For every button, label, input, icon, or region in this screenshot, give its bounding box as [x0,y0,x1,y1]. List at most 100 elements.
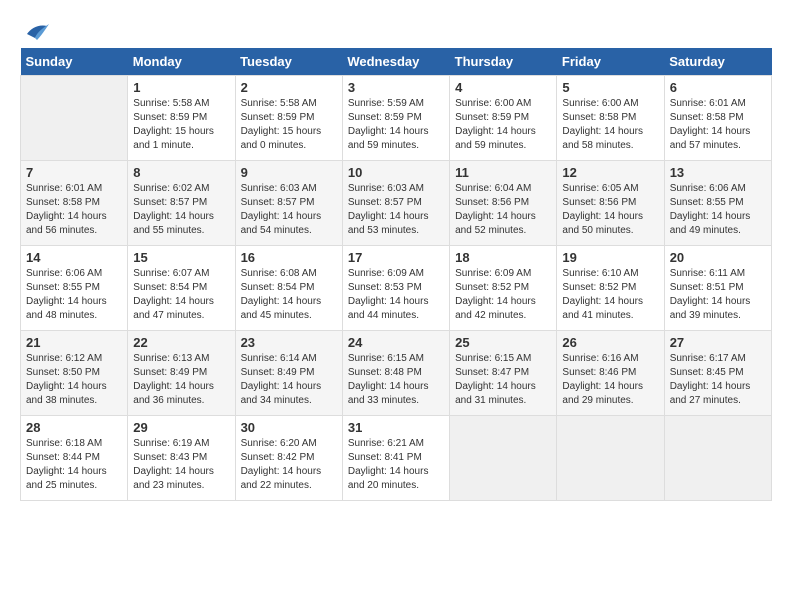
calendar-cell: 9Sunrise: 6:03 AM Sunset: 8:57 PM Daylig… [235,161,342,246]
day-info: Sunrise: 6:06 AM Sunset: 8:55 PM Dayligh… [670,182,766,238]
calendar-cell: 3 Sunrise: 5:59 AM Sunset: 8:59 PM Daylig… [342,76,449,161]
calendar-cell: 15 Sunrise: 6:07 AM Sunset: 8:54 PM Dayli… [128,246,235,331]
day-number: 15 [133,250,229,265]
day-info: Sunrise: 6:04 AM Sunset: 8:56 PM Dayligh… [455,182,551,238]
day-number: 1 [133,80,229,95]
calendar-cell: 16 Sunrise: 6:08 AM Sunset: 8:54 PM Dayli… [235,246,342,331]
calendar-cell: 12 Sunrise: 6:05 AM Sunset: 8:56 PM Dayli… [557,161,664,246]
day-number: 23 [241,335,337,350]
calendar-cell: 10 Sunrise: 6:03 AM Sunset: 8:57 PM Dayli… [342,161,449,246]
day-number: 24 [348,335,444,350]
calendar-week-row: 14 Sunrise: 6:06 AM Sunset: 8:55 PM Dayli… [21,246,772,331]
day-info: Sunrise: 6:18 AM Sunset: 8:44 PM Dayligh… [26,437,122,493]
day-number: 7 [26,165,122,180]
day-info: Sunrise: 6:12 AM Sunset: 8:50 PM Dayligh… [26,352,122,408]
day-number: 29 [133,420,229,435]
day-info: Sunrise: 5:58 AM Sunset: 8:59 PM Dayligh… [133,97,229,153]
day-info: Sunrise: 6:00 AM Sunset: 8:59 PM Dayligh… [455,97,551,153]
day-number: 22 [133,335,229,350]
calendar-cell: 1 Sunrise: 5:58 AM Sunset: 8:59 PM Daylig… [128,76,235,161]
header-tuesday: Tuesday [235,48,342,76]
day-number: 3 [348,80,444,95]
calendar-cell: 22 Sunrise: 6:13 AM Sunset: 8:49 PM Dayli… [128,331,235,416]
calendar-week-row: 21 Sunrise: 6:12 AM Sunset: 8:50 PM Dayli… [21,331,772,416]
day-info: Sunrise: 6:00 AM Sunset: 8:58 PM Dayligh… [562,97,658,153]
header-saturday: Saturday [664,48,771,76]
calendar-cell: 28 Sunrise: 6:18 AM Sunset: 8:44 PM Dayli… [21,416,128,501]
day-number: 8 [133,165,229,180]
calendar-cell: 13 Sunrise: 6:06 AM Sunset: 8:55 PM Dayli… [664,161,771,246]
day-number: 31 [348,420,444,435]
calendar-cell: 20 Sunrise: 6:11 AM Sunset: 8:51 PM Dayli… [664,246,771,331]
day-info: Sunrise: 6:16 AM Sunset: 8:46 PM Dayligh… [562,352,658,408]
day-number: 18 [455,250,551,265]
day-info: Sunrise: 6:19 AM Sunset: 8:43 PM Dayligh… [133,437,229,493]
day-info: Sunrise: 6:08 AM Sunset: 8:54 PM Dayligh… [241,267,337,323]
day-number: 11 [455,165,551,180]
day-number: 6 [670,80,766,95]
day-number: 16 [241,250,337,265]
day-info: Sunrise: 6:11 AM Sunset: 8:51 PM Dayligh… [670,267,766,323]
day-number: 17 [348,250,444,265]
day-number: 4 [455,80,551,95]
calendar-cell: 19Sunrise: 6:10 AM Sunset: 8:52 PM Dayli… [557,246,664,331]
day-info: Sunrise: 6:17 AM Sunset: 8:45 PM Dayligh… [670,352,766,408]
day-info: Sunrise: 6:01 AM Sunset: 8:58 PM Dayligh… [26,182,122,238]
calendar-cell: 27 Sunrise: 6:17 AM Sunset: 8:45 PM Dayli… [664,331,771,416]
calendar-cell: 25 Sunrise: 6:15 AM Sunset: 8:47 PM Dayli… [450,331,557,416]
calendar-table: SundayMondayTuesdayWednesdayThursdayFrid… [20,48,772,501]
day-number: 13 [670,165,766,180]
calendar-cell: 21 Sunrise: 6:12 AM Sunset: 8:50 PM Dayli… [21,331,128,416]
calendar-cell [664,416,771,501]
calendar-cell: 11 Sunrise: 6:04 AM Sunset: 8:56 PM Dayli… [450,161,557,246]
calendar-cell: 26 Sunrise: 6:16 AM Sunset: 8:46 PM Dayli… [557,331,664,416]
day-info: Sunrise: 5:58 AM Sunset: 8:59 PM Dayligh… [241,97,337,153]
calendar-cell: 8 Sunrise: 6:02 AM Sunset: 8:57 PM Daylig… [128,161,235,246]
day-number: 28 [26,420,122,435]
day-number: 2 [241,80,337,95]
day-info: Sunrise: 6:02 AM Sunset: 8:57 PM Dayligh… [133,182,229,238]
header-friday: Friday [557,48,664,76]
day-info: Sunrise: 6:01 AM Sunset: 8:58 PM Dayligh… [670,97,766,153]
day-number: 10 [348,165,444,180]
day-info: Sunrise: 6:06 AM Sunset: 8:55 PM Dayligh… [26,267,122,323]
calendar-cell: 7 Sunrise: 6:01 AM Sunset: 8:58 PM Daylig… [21,161,128,246]
day-info: Sunrise: 6:15 AM Sunset: 8:47 PM Dayligh… [455,352,551,408]
calendar-cell: 18Sunrise: 6:09 AM Sunset: 8:52 PM Dayli… [450,246,557,331]
day-info: Sunrise: 6:05 AM Sunset: 8:56 PM Dayligh… [562,182,658,238]
day-info: Sunrise: 6:09 AM Sunset: 8:53 PM Dayligh… [348,267,444,323]
calendar-cell: 29 Sunrise: 6:19 AM Sunset: 8:43 PM Dayli… [128,416,235,501]
day-info: Sunrise: 6:21 AM Sunset: 8:41 PM Dayligh… [348,437,444,493]
day-number: 19 [562,250,658,265]
logo [20,20,51,38]
day-number: 21 [26,335,122,350]
day-number: 14 [26,250,122,265]
day-info: Sunrise: 6:03 AM Sunset: 8:57 PM Dayligh… [348,182,444,238]
day-number: 5 [562,80,658,95]
page-header [20,20,772,38]
day-info: Sunrise: 6:15 AM Sunset: 8:48 PM Dayligh… [348,352,444,408]
day-number: 12 [562,165,658,180]
day-number: 27 [670,335,766,350]
calendar-week-row: 28 Sunrise: 6:18 AM Sunset: 8:44 PM Dayli… [21,416,772,501]
day-number: 26 [562,335,658,350]
calendar-cell: 14 Sunrise: 6:06 AM Sunset: 8:55 PM Dayli… [21,246,128,331]
calendar-header-row: SundayMondayTuesdayWednesdayThursdayFrid… [21,48,772,76]
calendar-cell: 17 Sunrise: 6:09 AM Sunset: 8:53 PM Dayli… [342,246,449,331]
calendar-cell [557,416,664,501]
day-info: Sunrise: 5:59 AM Sunset: 8:59 PM Dayligh… [348,97,444,153]
header-thursday: Thursday [450,48,557,76]
day-number: 25 [455,335,551,350]
calendar-cell: 30Sunrise: 6:20 AM Sunset: 8:42 PM Dayli… [235,416,342,501]
day-info: Sunrise: 6:07 AM Sunset: 8:54 PM Dayligh… [133,267,229,323]
day-info: Sunrise: 6:14 AM Sunset: 8:49 PM Dayligh… [241,352,337,408]
day-number: 30 [241,420,337,435]
header-sunday: Sunday [21,48,128,76]
calendar-cell: 6 Sunrise: 6:01 AM Sunset: 8:58 PM Daylig… [664,76,771,161]
calendar-cell [450,416,557,501]
calendar-cell: 5 Sunrise: 6:00 AM Sunset: 8:58 PM Daylig… [557,76,664,161]
day-number: 20 [670,250,766,265]
day-info: Sunrise: 6:13 AM Sunset: 8:49 PM Dayligh… [133,352,229,408]
calendar-cell [21,76,128,161]
calendar-cell: 24 Sunrise: 6:15 AM Sunset: 8:48 PM Dayli… [342,331,449,416]
